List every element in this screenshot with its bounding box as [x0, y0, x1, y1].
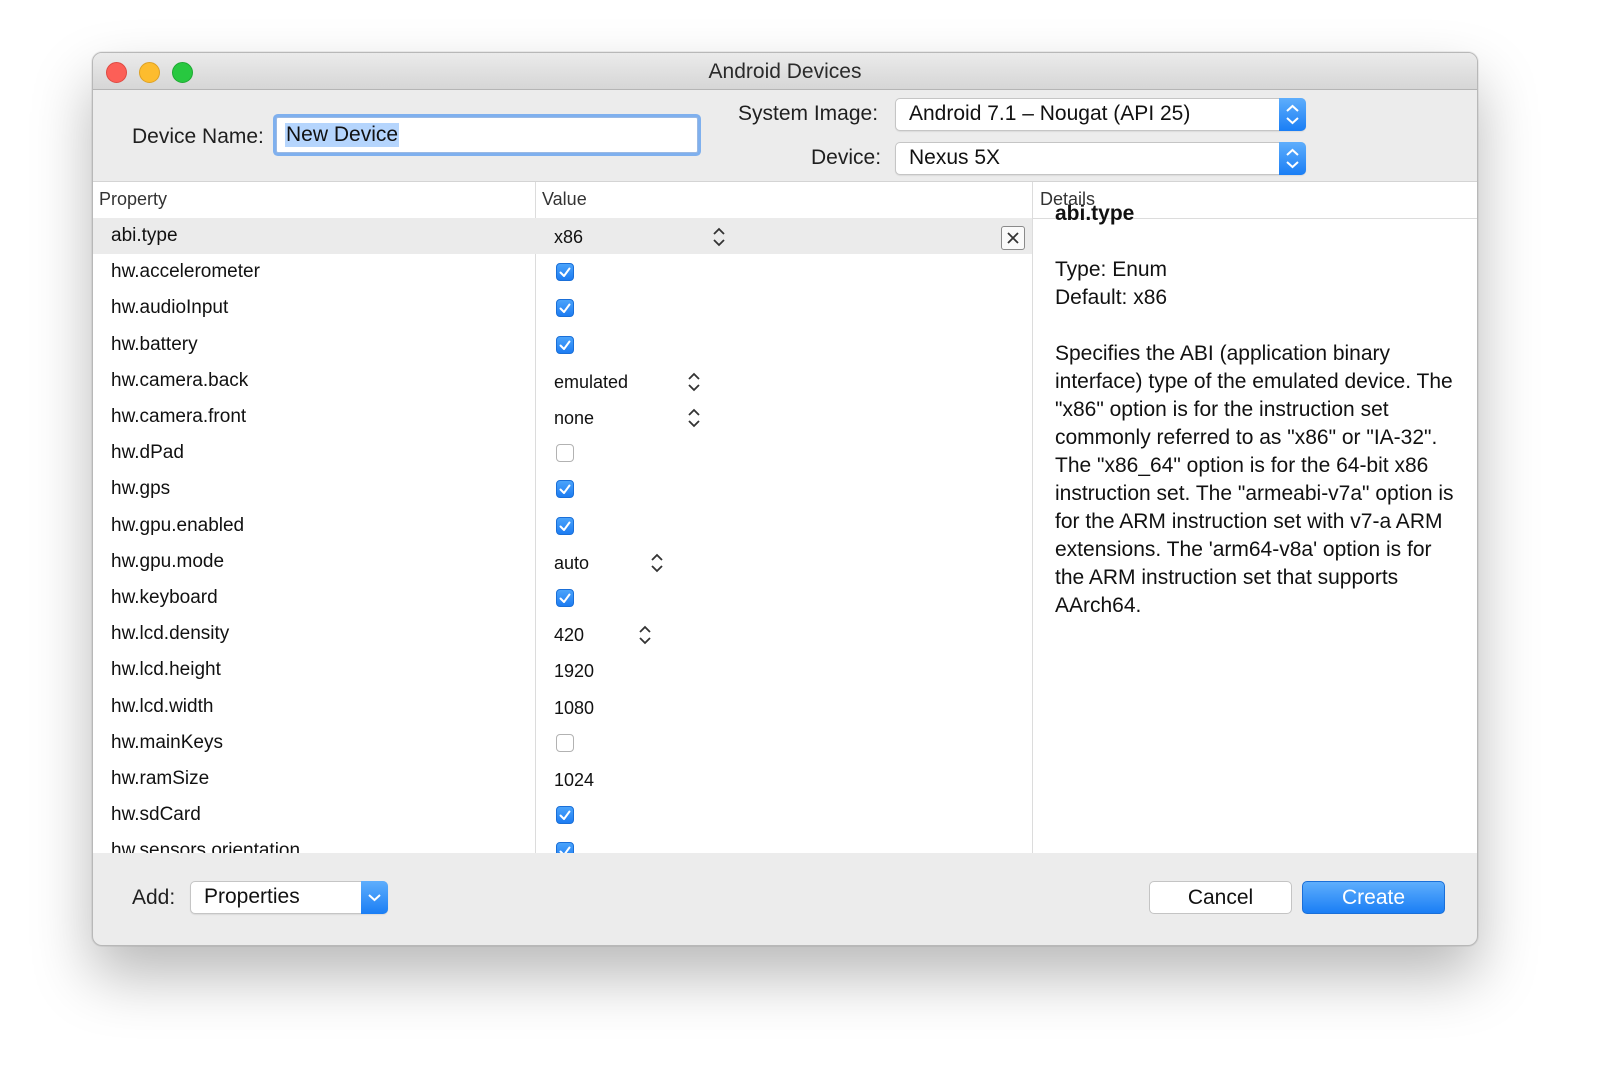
system-image-select[interactable]: Android 7.1 – Nougat (API 25): [895, 98, 1306, 131]
property-value-select[interactable]: x86: [554, 227, 583, 248]
property-checkbox[interactable]: [556, 480, 574, 499]
window-title: Android Devices: [708, 60, 862, 83]
chevron-up-down-icon[interactable]: [712, 226, 726, 248]
table-row[interactable]: hw.gpu.enabled: [93, 508, 1032, 544]
chevron-up-down-icon: [1279, 142, 1306, 175]
table-row[interactable]: hw.camera.back emulated: [93, 363, 1032, 399]
android-devices-window: Android Devices Device Name: New Device …: [92, 52, 1478, 946]
property-checkbox[interactable]: [556, 516, 574, 535]
property-name: hw.audioInput: [111, 297, 229, 319]
checkmark-icon: [559, 521, 571, 531]
device-name-value: New Device: [285, 123, 400, 147]
device-name-field[interactable]: New Device: [276, 117, 698, 153]
checkmark-icon: [559, 267, 571, 278]
cancel-button[interactable]: Cancel: [1149, 881, 1292, 914]
column-divider[interactable]: [1032, 182, 1033, 853]
table-row[interactable]: hw.gpu.mode auto: [93, 544, 1032, 580]
table-row[interactable]: hw.dPad: [93, 435, 1032, 471]
checkmark-icon: [559, 593, 571, 603]
details-default: Default: x86: [1055, 286, 1168, 309]
property-checkbox[interactable]: [556, 806, 574, 825]
table-row[interactable]: hw.lcd.height 1920: [93, 652, 1032, 688]
close-icon: [1007, 232, 1019, 244]
device-select[interactable]: Nexus 5X: [895, 142, 1306, 175]
property-name: hw.dPad: [111, 442, 184, 464]
table-row[interactable]: hw.mainKeys: [93, 725, 1032, 761]
system-image-value: Android 7.1 – Nougat (API 25): [909, 102, 1191, 125]
property-name: abi.type: [111, 225, 178, 246]
property-name: hw.lcd.width: [111, 695, 214, 717]
create-button[interactable]: Create: [1302, 881, 1445, 914]
property-value[interactable]: 1024: [554, 770, 594, 791]
property-value-select[interactable]: none: [554, 408, 594, 429]
property-name: hw.mainKeys: [111, 731, 223, 753]
device-value: Nexus 5X: [909, 146, 1001, 169]
property-value-select[interactable]: auto: [554, 553, 589, 574]
property-name: hw.camera.back: [111, 369, 249, 391]
property-checkbox[interactable]: [556, 263, 574, 282]
checkmark-icon: [559, 846, 571, 853]
table-row[interactable]: hw.sdCard: [93, 797, 1032, 833]
chevron-up-down-icon[interactable]: [650, 552, 664, 574]
column-header-value[interactable]: Value: [542, 189, 587, 210]
property-name: hw.sensors.orientation: [111, 840, 301, 853]
checkmark-icon: [559, 303, 571, 314]
property-value[interactable]: 1920: [554, 661, 594, 682]
checkmark-icon: [559, 810, 571, 821]
table-row[interactable]: hw.sensors.orientation: [93, 833, 1032, 853]
property-name: hw.sdCard: [111, 804, 201, 826]
table-row[interactable]: hw.lcd.density 420: [93, 616, 1032, 652]
chevron-up-down-icon: [1279, 98, 1306, 131]
property-value-select[interactable]: 420: [554, 625, 584, 646]
title-bar: Android Devices: [93, 53, 1477, 90]
property-checkbox[interactable]: [556, 444, 574, 463]
system-image-label: System Image:: [738, 102, 879, 125]
device-name-label: Device Name:: [132, 125, 264, 148]
checkmark-icon: [559, 340, 571, 350]
table-row[interactable]: hw.audioInput: [93, 290, 1032, 326]
property-name: hw.ramSize: [111, 768, 210, 789]
property-name: hw.keyboard: [111, 587, 218, 608]
clear-value-button[interactable]: [1001, 226, 1025, 250]
details-title: abi.type: [1055, 202, 1135, 225]
property-checkbox[interactable]: [556, 299, 574, 318]
table-row[interactable]: hw.accelerometer: [93, 254, 1032, 290]
details-description: Specifies the ABI (application binary in…: [1055, 342, 1454, 617]
table-header: Property Value Details: [93, 182, 1477, 219]
add-select[interactable]: Properties: [190, 881, 388, 914]
table-row[interactable]: hw.battery: [93, 327, 1032, 363]
properties-table: Property Value Details abi.type x86 hw.acc…: [93, 181, 1477, 853]
property-name: hw.camera.front: [111, 406, 247, 427]
add-label: Add:: [132, 886, 176, 909]
property-name: hw.gps: [111, 478, 171, 500]
details-type: Type: Enum: [1055, 258, 1168, 281]
table-row[interactable]: hw.lcd.width 1080: [93, 689, 1032, 725]
table-row[interactable]: abi.type x86: [93, 218, 1032, 254]
property-checkbox[interactable]: [556, 733, 574, 752]
chevron-up-down-icon[interactable]: [638, 624, 652, 646]
property-checkbox[interactable]: [556, 842, 574, 853]
chevron-up-down-icon[interactable]: [687, 371, 701, 393]
property-checkbox[interactable]: [556, 589, 574, 607]
table-row[interactable]: hw.gps: [93, 471, 1032, 507]
property-value[interactable]: 1080: [554, 698, 594, 719]
property-name: hw.battery: [111, 333, 198, 355]
property-name: hw.gpu.mode: [111, 550, 225, 572]
table-row[interactable]: hw.ramSize 1024: [93, 761, 1032, 797]
property-name: hw.gpu.enabled: [111, 514, 245, 536]
property-name: hw.lcd.density: [111, 623, 230, 645]
property-name: hw.accelerometer: [111, 261, 260, 283]
chevron-up-down-icon[interactable]: [687, 407, 701, 429]
property-name: hw.lcd.height: [111, 659, 221, 681]
table-row[interactable]: hw.camera.front none: [93, 399, 1032, 435]
property-value-select[interactable]: emulated: [554, 372, 628, 393]
checkmark-icon: [559, 484, 571, 495]
property-checkbox[interactable]: [556, 335, 574, 354]
table-row[interactable]: hw.keyboard: [93, 580, 1032, 616]
add-value: Properties: [204, 885, 300, 908]
column-header-property[interactable]: Property: [99, 189, 167, 210]
device-label: Device:: [811, 146, 882, 169]
chevron-down-icon: [361, 881, 388, 914]
